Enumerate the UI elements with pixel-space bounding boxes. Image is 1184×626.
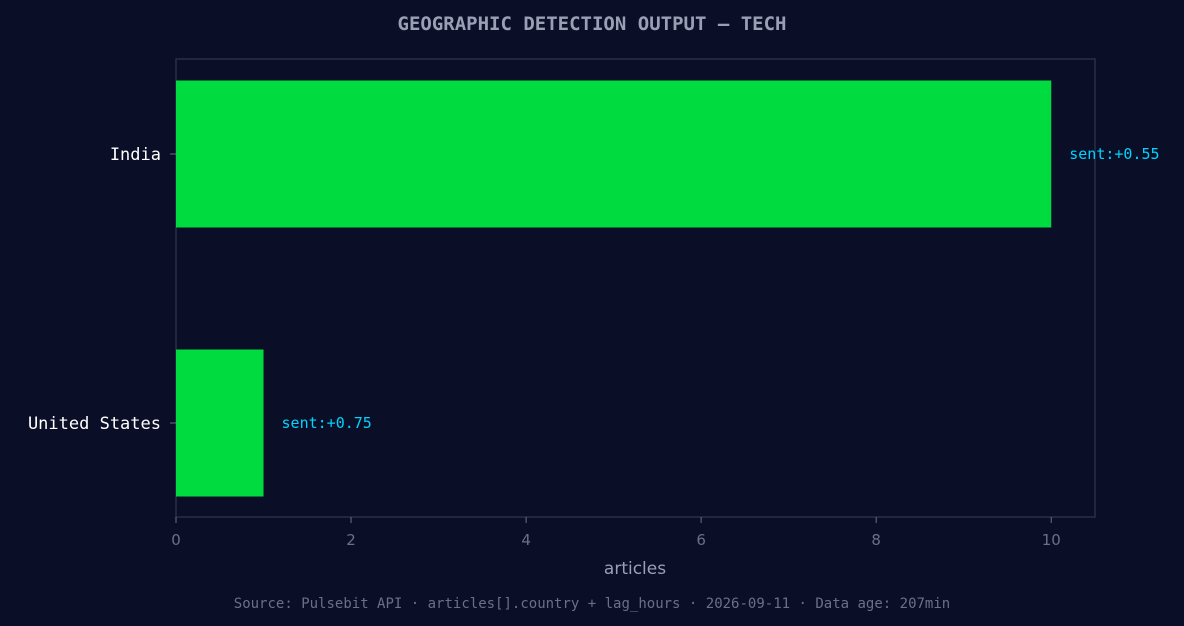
x-tick-label: 10 [1042, 531, 1061, 549]
bar-chart: GEOGRAPHIC DETECTION OUTPUT — TECH sent:… [28, 13, 1160, 612]
bar-data-label: sent:+0.55 [1069, 145, 1159, 163]
y-tick-label: India [110, 145, 161, 165]
y-tick-label: United States [28, 414, 161, 434]
x-axis: 0 2 4 6 8 10 [171, 517, 1061, 549]
chart-title: GEOGRAPHIC DETECTION OUTPUT — TECH [398, 13, 787, 35]
bar-india [176, 80, 1052, 228]
bar-united-states [176, 349, 264, 497]
x-tick-label: 6 [696, 531, 706, 549]
source-footnote: Source: Pulsebit API · articles[].countr… [234, 596, 950, 612]
x-tick-label: 8 [871, 531, 881, 549]
x-tick-label: 4 [521, 531, 531, 549]
bar-data-label: sent:+0.75 [282, 414, 372, 432]
x-tick-label: 2 [346, 531, 356, 549]
bars-layer: sent:+0.55 sent:+0.75 [176, 80, 1160, 497]
x-axis-title: articles [604, 559, 666, 579]
y-axis: India United States [28, 145, 176, 434]
x-tick-label: 0 [171, 531, 181, 549]
